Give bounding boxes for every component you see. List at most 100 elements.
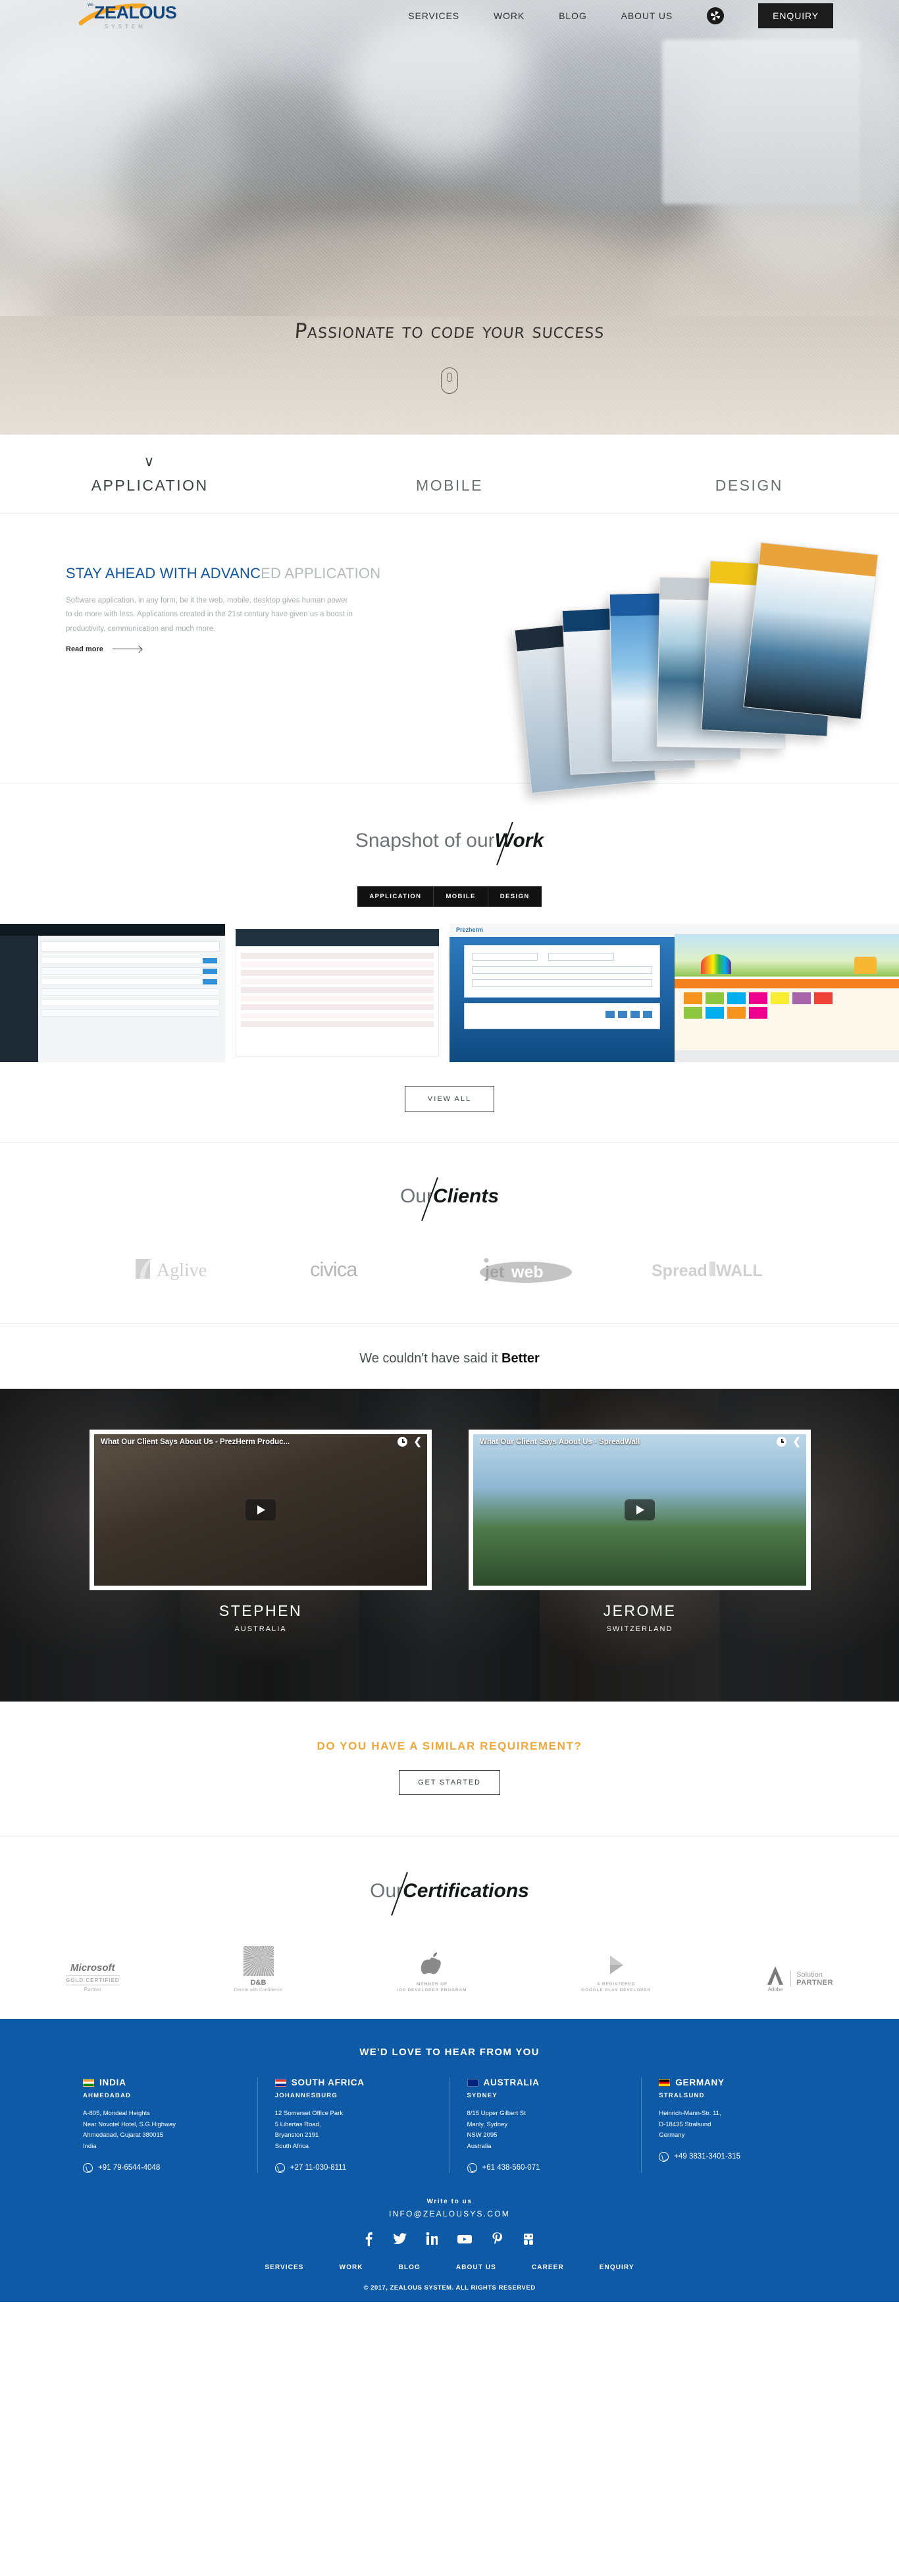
client-logo-spreadwall: Spread WALL xyxy=(650,1254,769,1286)
slideshare-icon[interactable] xyxy=(521,2232,536,2249)
testimonials-heading-light: We couldn't have said it xyxy=(359,1351,501,1366)
cert-googleplay-line2: GOOGLE PLAY DEVELOPER xyxy=(581,1988,651,1993)
phone-icon xyxy=(467,2162,477,2173)
office-south-africa-phone-number: +27 11-030-8111 xyxy=(290,2164,347,2172)
nav-item-services[interactable]: SERVICES xyxy=(408,11,459,21)
footer-social-row xyxy=(0,2232,899,2249)
clock-icon[interactable] xyxy=(777,1437,787,1447)
testimonial-person-1: STEPHEN AUSTRALIA xyxy=(90,1602,432,1633)
work-item-datatable[interactable] xyxy=(224,924,450,1062)
certifications-heading: OurCertifications xyxy=(0,1871,899,1916)
footer-link-blog[interactable]: BLOG xyxy=(399,2264,421,2271)
youtube-play-icon[interactable] xyxy=(625,1499,655,1520)
certifications-title: OurCertifications xyxy=(370,1871,529,1916)
mouse-scroll-icon[interactable] xyxy=(441,367,458,394)
office-india-country-label: INDIA xyxy=(99,2078,126,2087)
pinterest-icon[interactable] xyxy=(492,2232,502,2249)
office-australia: AUSTRALIA SYDNEY 8/15 Upper Gilbert St M… xyxy=(450,2078,642,2173)
nav-item-blog[interactable]: BLOG xyxy=(559,11,587,21)
svg-text:SYSTEM: SYSTEM xyxy=(105,24,146,30)
office-india-phone-number: +91 79-6544-4048 xyxy=(98,2164,161,2172)
clock-icon[interactable] xyxy=(398,1437,408,1447)
office-germany-address: Heinrich-Mann-Str. 11, D-18435 Stralsund… xyxy=(659,2110,721,2139)
work-heading: Snapshot of ourWork xyxy=(0,821,899,866)
enquiry-button[interactable]: ENQUIRY xyxy=(758,3,833,28)
tab-mobile[interactable]: MOBILE xyxy=(299,477,599,513)
client-logo-row: Aglive civica jet web Spread WALL xyxy=(0,1252,899,1287)
office-australia-phone[interactable]: +61 438-560-071 xyxy=(467,2162,625,2173)
testimonials-heading: We couldn't have said it Better xyxy=(0,1324,899,1389)
share-icon[interactable]: ❮ xyxy=(792,1437,801,1447)
office-south-africa-address: 12 Somerset Office Park 5 Libertas Road,… xyxy=(274,2110,344,2150)
testimonial-name-2: JEROME xyxy=(603,1602,677,1619)
main-nav: SERVICES WORK BLOG ABOUT US ENQUIRY xyxy=(408,3,899,28)
nav-item-work[interactable]: WORK xyxy=(494,11,525,21)
aperture-icon[interactable] xyxy=(707,7,725,24)
cert-apple-line2: iOS DEVELOPER PROGRAM xyxy=(397,1988,467,1993)
zealous-logo[interactable]: ZEALOUS We SYSTEM xyxy=(76,1,191,31)
tab-design[interactable]: DESIGN xyxy=(600,477,899,513)
office-india-address: A-805, Mondeal Heights Near Novotel Hote… xyxy=(83,2110,176,2150)
page-root: ZEALOUS We SYSTEM SERVICES WORK BLOG ABO… xyxy=(0,0,899,2302)
work-item-kids-education[interactable] xyxy=(674,924,899,1062)
chevron-down-icon: ∨ xyxy=(143,453,156,470)
get-started-button[interactable]: GET STARTED xyxy=(399,1770,500,1795)
office-germany: GERMANY STRALSUND Heinrich-Mann-Str. 11,… xyxy=(642,2078,833,2173)
footer-offices: INDIA AHMEDABAD A-805, Mondeal Heights N… xyxy=(0,2078,899,2173)
youtube-play-icon[interactable] xyxy=(245,1499,276,1520)
twitter-icon[interactable] xyxy=(392,2232,407,2249)
work-filter-design[interactable]: DESIGN xyxy=(488,886,542,907)
footer-link-about-us[interactable]: ABOUT US xyxy=(456,2264,496,2271)
read-more-link[interactable]: Read more xyxy=(66,645,141,653)
video-title-1: What Our Client Says About Us - PrezHerm… xyxy=(101,1438,290,1446)
footer-email[interactable]: INFO@ZEALOUSYS.COM xyxy=(0,2209,899,2218)
svg-text:web: web xyxy=(511,1263,544,1281)
nav-item-about-us[interactable]: ABOUT US xyxy=(621,11,673,21)
office-india-phone[interactable]: +91 79-6544-4048 xyxy=(83,2162,240,2173)
footer-link-work[interactable]: WORK xyxy=(340,2264,363,2271)
video-thumbnail-2[interactable]: What Our Client Says About Us - SpreadWa… xyxy=(473,1434,806,1586)
office-germany-phone[interactable]: +49 3831-3401-315 xyxy=(659,2151,816,2162)
video-controls-2: ❮ xyxy=(777,1437,801,1447)
phone-icon xyxy=(274,2162,285,2173)
tab-application[interactable]: ∨ APPLICATION xyxy=(0,454,299,513)
linkedin-icon[interactable] xyxy=(426,2232,438,2249)
work-filter-mobile[interactable]: MOBILE xyxy=(434,886,488,907)
video-thumbnail-1[interactable]: What Our Client Says About Us - PrezHerm… xyxy=(94,1434,427,1586)
office-south-africa-phone[interactable]: +27 11-030-8111 xyxy=(274,2162,432,2173)
testimonial-name-1: STEPHEN xyxy=(218,1602,303,1619)
testimonial-video-2[interactable]: What Our Client Says About Us - SpreadWa… xyxy=(469,1430,811,1590)
facebook-icon[interactable] xyxy=(364,2232,373,2249)
flag-australia-icon xyxy=(467,2078,478,2087)
work-filter-tabs: APPLICATION MOBILE DESIGN xyxy=(0,886,899,907)
office-south-africa: SOUTH AFRICA JOHANNESBURG 12 Somerset Of… xyxy=(258,2078,450,2173)
flag-south-africa-icon xyxy=(274,2078,286,2087)
cta-heading: DO YOU HAVE A SIMILAR REQUIREMENT? xyxy=(317,1740,582,1752)
office-germany-country-label: GERMANY xyxy=(675,2078,725,2087)
footer-link-career[interactable]: CAREER xyxy=(532,2264,564,2271)
hero-tagline: Passionate to code your success xyxy=(294,319,605,343)
work-item-dashboard[interactable] xyxy=(0,924,225,1062)
view-all-button[interactable]: VIEW ALL xyxy=(404,1086,495,1112)
footer-link-enquiry[interactable]: ENQUIRY xyxy=(600,2264,634,2271)
service-screenshot-fan xyxy=(514,542,879,807)
cert-microsoft-line1: GOLD CERTIFIED xyxy=(66,1977,120,1983)
office-germany-phone-number: +49 3831-3401-315 xyxy=(674,2153,740,2161)
service-body-text: Software application, in any form, be it… xyxy=(66,597,353,633)
testimonial-country-1: AUSTRALIA xyxy=(234,1625,287,1633)
clients-section: OurClients Aglive civica jet web Spread … xyxy=(0,1143,899,1324)
svg-text:WALL: WALL xyxy=(716,1262,763,1280)
footer-link-services[interactable]: SERVICES xyxy=(265,2264,303,2271)
service-heading-strong: STAY AHEAD WITH ADVANC xyxy=(66,565,261,581)
youtube-icon[interactable] xyxy=(457,2232,473,2249)
work-item-prezherm[interactable]: Prezherm xyxy=(450,924,675,1062)
testimonial-video-1[interactable]: What Our Client Says About Us - PrezHerm… xyxy=(90,1430,432,1590)
cert-adobe-line2: PARTNER xyxy=(796,1979,833,1987)
video-controls-1: ❮ xyxy=(398,1437,422,1447)
work-section: Snapshot of ourWork APPLICATION MOBILE D… xyxy=(0,784,899,1143)
work-filter-application[interactable]: APPLICATION xyxy=(357,886,434,907)
client-logo-jetweb: jet web xyxy=(475,1252,586,1287)
office-australia-country-label: AUSTRALIA xyxy=(483,2078,540,2087)
cert-microsoft-name: Microsoft xyxy=(70,1962,115,1973)
share-icon[interactable]: ❮ xyxy=(413,1437,422,1447)
